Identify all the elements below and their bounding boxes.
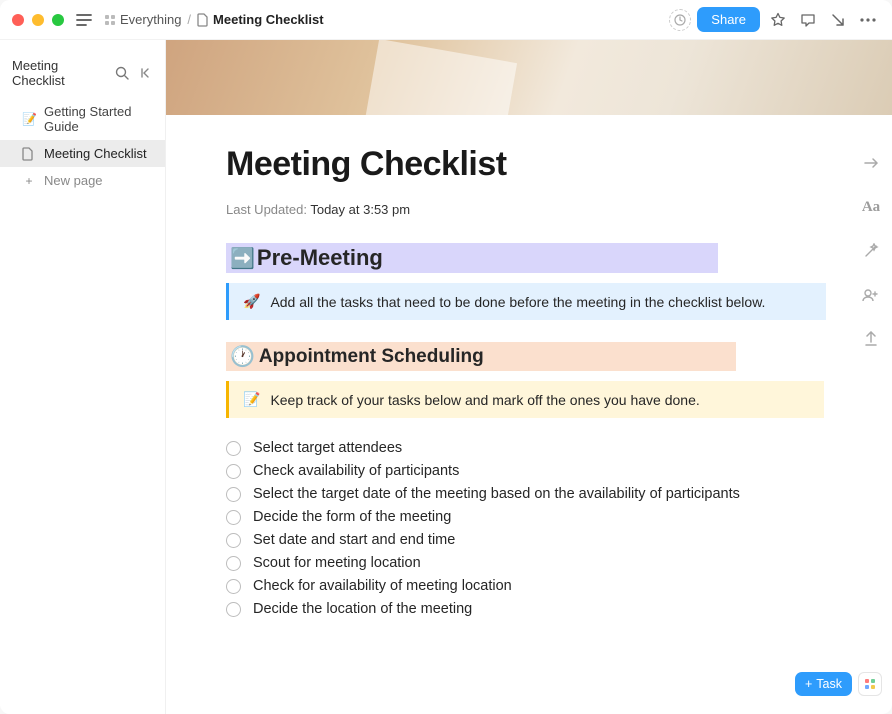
- meta-value: Today at 3:53 pm: [310, 202, 410, 217]
- callout-text: Add all the tasks that need to be done b…: [270, 294, 765, 310]
- meta-label: Last Updated:: [226, 202, 307, 217]
- callout-pre-meeting[interactable]: 🚀 Add all the tasks that need to be done…: [226, 283, 826, 320]
- minimize-window[interactable]: [32, 14, 44, 26]
- star-icon[interactable]: [766, 8, 790, 32]
- arrow-right-emoji-icon: ➡️: [230, 246, 255, 271]
- checkbox-icon[interactable]: [226, 533, 241, 548]
- checkbox-icon[interactable]: [226, 464, 241, 479]
- page-icon: [197, 13, 209, 27]
- heading-pre-meeting[interactable]: ➡️Pre-Meeting: [226, 243, 718, 273]
- comment-icon[interactable]: [796, 8, 820, 32]
- callout-text: Keep track of your tasks below and mark …: [270, 392, 699, 408]
- sidebar-item-new-page[interactable]: + New page: [0, 167, 165, 194]
- page-meta: Last Updated: Today at 3:53 pm: [226, 202, 832, 217]
- checklist-item[interactable]: Scout for meeting location: [226, 555, 832, 571]
- note-emoji-icon: 📝: [243, 391, 260, 408]
- checklist-item[interactable]: Select the target date of the meeting ba…: [226, 486, 832, 502]
- heading-label: Pre-Meeting: [257, 245, 383, 271]
- ai-wand-icon[interactable]: [858, 238, 884, 264]
- history-icon[interactable]: [669, 9, 691, 31]
- heading-label: Appointment Scheduling: [259, 346, 484, 368]
- plus-icon: +: [805, 677, 812, 691]
- breadcrumb-root-label: Everything: [120, 12, 181, 27]
- task-button-label: Task: [816, 677, 842, 691]
- checklist-item-label: Check for availability of meeting locati…: [253, 578, 512, 594]
- checklist-item-label: Select the target date of the meeting ba…: [253, 486, 740, 502]
- collapse-sidebar-icon[interactable]: [137, 64, 155, 82]
- checklist-item[interactable]: Check for availability of meeting locati…: [226, 578, 832, 594]
- note-emoji-icon: 📝: [22, 112, 36, 126]
- checklist-item[interactable]: Check availability of participants: [226, 463, 832, 479]
- checklist-item[interactable]: Decide the location of the meeting: [226, 601, 832, 617]
- apps-grid-icon: [865, 679, 875, 689]
- search-icon[interactable]: [113, 64, 131, 82]
- breadcrumb-root[interactable]: Everything: [104, 12, 181, 27]
- share-button[interactable]: Share: [697, 7, 760, 32]
- checklist-item-label: Set date and start and end time: [253, 532, 455, 548]
- sidebar-item-label: Meeting Checklist: [44, 146, 147, 161]
- checkbox-icon[interactable]: [226, 441, 241, 456]
- sidebar-item-meeting-checklist[interactable]: Meeting Checklist: [0, 140, 165, 167]
- checkbox-icon[interactable]: [226, 487, 241, 502]
- sidebar-item-getting-started[interactable]: 📝 Getting Started Guide: [0, 98, 165, 140]
- clock-emoji-icon: 🕐: [230, 344, 255, 369]
- checklist: Select target attendees Check availabili…: [226, 440, 832, 617]
- checklist-item-label: Scout for meeting location: [253, 555, 421, 571]
- grid-icon: [104, 14, 116, 26]
- expand-icon[interactable]: [858, 150, 884, 176]
- sidebar-title: Meeting Checklist: [12, 58, 107, 88]
- close-window[interactable]: [12, 14, 24, 26]
- new-task-button[interactable]: + Task: [795, 672, 852, 696]
- checklist-item-label: Decide the location of the meeting: [253, 601, 472, 617]
- breadcrumb: Everything / Meeting Checklist: [104, 12, 324, 27]
- window-controls: [12, 14, 64, 26]
- checkbox-icon[interactable]: [226, 510, 241, 525]
- checkbox-icon[interactable]: [226, 556, 241, 571]
- checklist-item-label: Decide the form of the meeting: [253, 509, 451, 525]
- checklist-item[interactable]: Select target attendees: [226, 440, 832, 456]
- checklist-item[interactable]: Set date and start and end time: [226, 532, 832, 548]
- breadcrumb-current-label: Meeting Checklist: [213, 12, 324, 27]
- menu-icon[interactable]: [72, 8, 96, 32]
- heading-appointment-scheduling[interactable]: 🕐 Appointment Scheduling: [226, 342, 736, 371]
- sidebar-item-label: Getting Started Guide: [44, 104, 155, 134]
- more-icon[interactable]: [856, 8, 880, 32]
- main-content: Meeting Checklist Last Updated: Today at…: [166, 40, 892, 714]
- cover-image[interactable]: [166, 40, 892, 115]
- callout-appointment[interactable]: 📝 Keep track of your tasks below and mar…: [226, 381, 824, 418]
- font-style-icon[interactable]: Aa: [858, 194, 884, 220]
- breadcrumb-current[interactable]: Meeting Checklist: [197, 12, 324, 27]
- collaborators-icon[interactable]: [858, 282, 884, 308]
- page-title[interactable]: Meeting Checklist: [226, 145, 832, 184]
- right-rail: Aa: [858, 150, 884, 352]
- sidebar-item-label: New page: [44, 173, 103, 188]
- sidebar: Meeting Checklist 📝 Getting Started Guid…: [0, 40, 166, 714]
- rocket-emoji-icon: 🚀: [243, 293, 260, 310]
- checkbox-icon[interactable]: [226, 602, 241, 617]
- checkbox-icon[interactable]: [226, 579, 241, 594]
- maximize-window[interactable]: [52, 14, 64, 26]
- breadcrumb-separator: /: [187, 12, 191, 27]
- page-icon: [22, 147, 36, 161]
- apps-button[interactable]: [858, 672, 882, 696]
- checklist-item-label: Select target attendees: [253, 440, 402, 456]
- titlebar: Everything / Meeting Checklist Share: [0, 0, 892, 40]
- checklist-item-label: Check availability of participants: [253, 463, 459, 479]
- checklist-item[interactable]: Decide the form of the meeting: [226, 509, 832, 525]
- download-icon[interactable]: [826, 8, 850, 32]
- export-icon[interactable]: [858, 326, 884, 352]
- plus-icon: +: [22, 174, 36, 188]
